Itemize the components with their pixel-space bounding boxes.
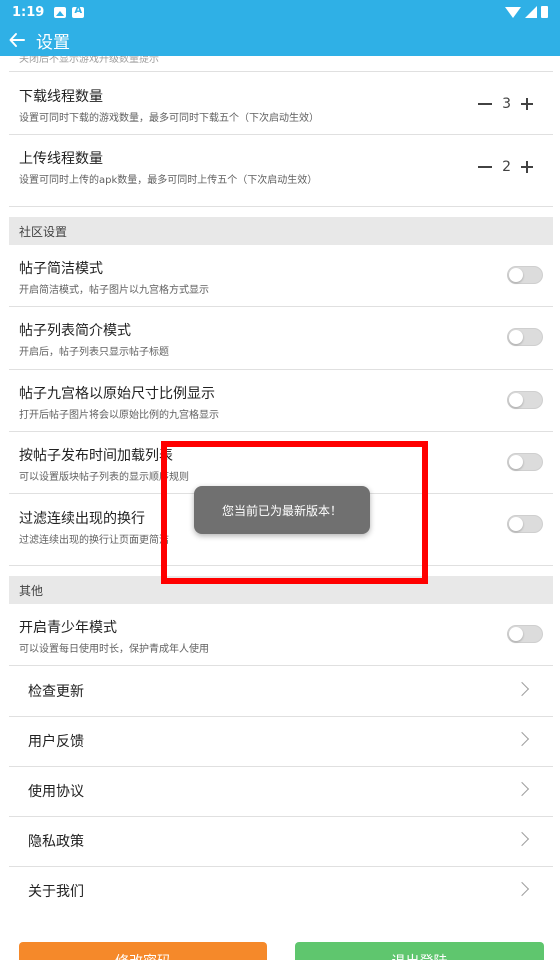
signal-icon [525, 6, 537, 18]
upgrade-hint-text: 关闭后不显示游戏升级数量提示 [19, 56, 159, 65]
wifi-icon [505, 6, 521, 18]
back-button[interactable] [6, 29, 28, 51]
setting-label: 帖子简洁模式 [19, 261, 103, 277]
filter-newlines-toggle[interactable] [507, 515, 543, 533]
link-label: 关于我们 [28, 884, 84, 900]
setting-label: 帖子列表简介模式 [19, 323, 131, 339]
plus-icon[interactable] [521, 161, 533, 173]
chevron-right-icon [514, 731, 530, 747]
arrow-left-icon [9, 33, 25, 47]
chevron-right-icon [514, 881, 530, 897]
status-time: 1:19 [12, 4, 45, 20]
download-threads-row: 下载线程数量 设置可同时下载的游戏数量，最多可同时下载五个（下次启动生效） 3 [9, 72, 553, 134]
toggle-knob [509, 330, 523, 344]
check-update-row[interactable]: 检查更新 [9, 666, 553, 716]
app-notification-icon [72, 5, 85, 18]
section-title: 其他 [19, 584, 44, 598]
setting-desc: 过滤连续出现的换行让页面更简洁 [19, 535, 169, 546]
link-label: 用户反馈 [28, 734, 84, 750]
download-threads-desc: 设置可同时下载的游戏数量，最多可同时下载五个（下次启动生效） [19, 113, 319, 124]
time-order-toggle[interactable] [507, 453, 543, 471]
setting-label: 开启青少年模式 [19, 620, 117, 636]
toast-message: 您当前已为最新版本！ [194, 486, 370, 534]
divider [9, 206, 553, 207]
original-ratio-toggle[interactable] [507, 391, 543, 409]
logout-button[interactable]: 退出登陆 [295, 942, 544, 960]
youth-mode-toggle[interactable] [507, 625, 543, 643]
upload-threads-stepper: 2 [478, 159, 533, 175]
setting-label: 按帖子发布时间加载列表 [19, 448, 173, 464]
concise-mode-toggle[interactable] [507, 266, 543, 284]
status-bar: 1:19 [0, 0, 560, 24]
toggle-knob [509, 517, 523, 531]
minus-icon[interactable] [478, 166, 493, 168]
minus-icon[interactable] [478, 103, 493, 105]
link-label: 使用协议 [28, 784, 84, 800]
setting-row-youth-mode: 开启青少年模式 可以设置每日使用时长，保护青成年人使用 [9, 604, 553, 666]
app-bar: 设置 [0, 24, 560, 56]
setting-desc: 开启简洁模式，帖子图片以九宫格方式显示 [19, 285, 209, 296]
privacy-policy-row[interactable]: 隐私政策 [9, 816, 553, 866]
page-title: 设置 [36, 32, 70, 53]
toggle-knob [509, 268, 523, 282]
link-label: 检查更新 [28, 684, 84, 700]
link-label: 隐私政策 [28, 834, 84, 850]
about-us-row[interactable]: 关于我们 [9, 866, 553, 916]
download-threads-label: 下载线程数量 [19, 89, 103, 105]
setting-label: 帖子九宫格以原始尺寸比例显示 [19, 386, 215, 402]
upload-threads-row: 上传线程数量 设置可同时上传的apk数量，最多可同时上传五个（下次启动生效） 2 [9, 135, 553, 197]
battery-icon [541, 6, 548, 18]
setting-desc: 开启后，帖子列表只显示帖子标题 [19, 347, 169, 358]
toggle-knob [509, 393, 523, 407]
download-threads-stepper: 3 [478, 96, 533, 112]
download-threads-value: 3 [502, 96, 511, 112]
setting-desc: 可以设置每日使用时长，保护青成年人使用 [19, 644, 209, 655]
plus-icon[interactable] [521, 98, 533, 110]
chevron-right-icon [514, 681, 530, 697]
section-title: 社区设置 [19, 225, 68, 239]
upload-threads-value: 2 [502, 159, 511, 175]
section-header-community: 社区设置 [9, 217, 553, 245]
user-agreement-row[interactable]: 使用协议 [9, 766, 553, 816]
setting-label: 过滤连续出现的换行 [19, 511, 145, 527]
upload-threads-label: 上传线程数量 [19, 151, 103, 167]
list-summary-toggle[interactable] [507, 328, 543, 346]
setting-desc: 打开后帖子图片将会以原始比例的九宫格显示 [19, 410, 219, 421]
setting-row-list-summary: 帖子列表简介模式 开启后，帖子列表只显示帖子标题 [9, 307, 553, 369]
toggle-knob [509, 455, 523, 469]
status-indicators [505, 6, 548, 18]
toggle-knob [509, 627, 523, 641]
setting-row-concise-mode: 帖子简洁模式 开启简洁模式，帖子图片以九宫格方式显示 [9, 245, 553, 307]
chevron-right-icon [514, 781, 530, 797]
change-password-button[interactable]: 修改密码 [19, 942, 267, 960]
chevron-right-icon [514, 831, 530, 847]
toast-text: 您当前已为最新版本！ [221, 503, 342, 518]
setting-row-original-ratio: 帖子九宫格以原始尺寸比例显示 打开后帖子图片将会以原始比例的九宫格显示 [9, 370, 553, 432]
feedback-row[interactable]: 用户反馈 [9, 716, 553, 766]
image-notification-icon [54, 6, 67, 18]
upload-threads-desc: 设置可同时上传的apk数量，最多可同时上传五个（下次启动生效） [19, 175, 318, 186]
